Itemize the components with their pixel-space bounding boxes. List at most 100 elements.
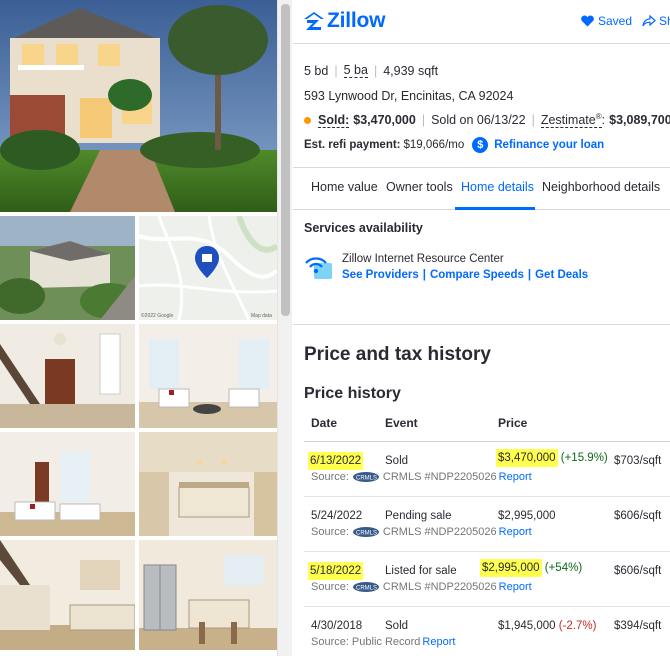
zestimate-value: $3,089,700 xyxy=(609,113,670,128)
row-price-group: $2,995,000 (+54%) xyxy=(480,559,583,577)
row-source: Source: CRMLS CRMLS #NDP2205026 Report xyxy=(311,471,532,483)
share-button[interactable]: Sh xyxy=(642,14,670,28)
zillow-logo[interactable]: Zillow xyxy=(304,9,385,33)
aerial-photo[interactable] xyxy=(0,216,135,320)
row-change: (+54%) xyxy=(544,562,583,574)
row-price-group: $1,945,000 (-2.7%) xyxy=(498,620,596,632)
saved-label: Saved xyxy=(598,14,633,28)
svg-text:Map data: Map data xyxy=(251,313,272,319)
source-id: CRMLS #NDP2205026 xyxy=(382,526,497,538)
kitchen-photo[interactable] xyxy=(139,432,277,536)
separator: | xyxy=(527,269,532,281)
row-event: Listed for sale xyxy=(385,565,457,577)
family-room-photo[interactable] xyxy=(0,432,135,536)
saved-button[interactable]: Saved xyxy=(581,14,632,28)
location-map[interactable]: ©2022 Google Map data xyxy=(139,216,277,320)
row-change: (+15.9%) xyxy=(560,452,608,464)
zestimate-label[interactable]: Zestimate® xyxy=(540,112,602,129)
scrollbar-thumb[interactable] xyxy=(281,4,290,316)
svg-text:CRMLS: CRMLS xyxy=(356,476,377,482)
row-source: Source: CRMLS CRMLS #NDP2205026 Report xyxy=(311,581,532,593)
provider-name: Zillow Internet Resource Center xyxy=(342,253,504,265)
sold-on: Sold on 06/13/22 xyxy=(431,113,526,128)
row-date: 4/30/2018 xyxy=(311,620,363,632)
row-source: Source: Public Record Report xyxy=(311,636,455,648)
heart-icon xyxy=(581,15,594,27)
table-row[interactable]: 5/24/2022 Pending sale $2,995,000 $606/s… xyxy=(293,497,670,552)
crmls-logo-icon: CRMLS xyxy=(352,472,379,482)
refi-row: Est. refi payment: $19,066/mo $ Refinanc… xyxy=(304,137,604,153)
table-row[interactable]: 6/13/2022 Sold $3,470,000 (+15.9%) $703/… xyxy=(293,442,670,497)
detail-tabs: Home value Owner tools Home details Neig… xyxy=(293,167,670,210)
sqft: 4,939 sqft xyxy=(383,63,439,78)
refi-value: $19,066/mo xyxy=(403,139,465,151)
baths[interactable]: 5 ba xyxy=(343,63,368,78)
see-providers-link[interactable]: See Providers xyxy=(342,269,419,281)
gallery-scrollbar[interactable] xyxy=(277,0,292,656)
provider-links: See Providers | Compare Speeds | Get Deals xyxy=(342,269,588,281)
zestimate-colon: : xyxy=(601,113,606,128)
source-label: Source: xyxy=(311,636,349,648)
entry-photo[interactable] xyxy=(0,324,135,428)
sold-label[interactable]: Sold: xyxy=(318,113,350,128)
tab-neighborhood-details[interactable]: Neighborhood details xyxy=(542,180,660,194)
table-row[interactable]: 4/30/2018 Sold $1,945,000 (-2.7%) $394/s… xyxy=(293,607,670,656)
separator: | xyxy=(421,113,426,128)
brand-name: Zillow xyxy=(327,9,386,32)
zillow-logo-icon xyxy=(304,12,324,30)
col-date: Date xyxy=(311,416,338,430)
zestimate-text: Zestimate xyxy=(540,113,596,128)
row-per-sqft: $606/sqft xyxy=(614,565,662,577)
tab-home-value[interactable]: Home value xyxy=(311,180,378,194)
row-price: $2,995,000 xyxy=(480,559,542,577)
home-facts: 5 bd | 5 ba | 4,939 sqft xyxy=(304,63,438,78)
report-link[interactable]: Report xyxy=(499,581,532,593)
separator: | xyxy=(334,63,338,78)
sale-status: Sold: $3,470,000 | Sold on 06/13/22 | Ze… xyxy=(304,112,670,129)
details-panel: Zillow Saved Sh 5 bd | 5 ba | 4,939 sqft… xyxy=(293,0,670,656)
crmls-logo-icon: CRMLS xyxy=(352,527,379,537)
svg-text:©2022 Google: ©2022 Google xyxy=(141,312,174,319)
tab-home-details[interactable]: Home details xyxy=(461,180,534,194)
row-change: (-2.7%) xyxy=(558,620,597,632)
active-tab-indicator xyxy=(455,207,535,210)
refinance-link[interactable]: Refinance your loan xyxy=(494,139,604,151)
get-deals-link[interactable]: Get Deals xyxy=(535,269,588,281)
beds: 5 bd xyxy=(304,63,329,78)
living-room-photo[interactable] xyxy=(139,324,277,428)
row-source: Source: CRMLS CRMLS #NDP2205026 Report xyxy=(311,526,532,538)
header: Zillow Saved Sh xyxy=(293,0,670,44)
compare-speeds-link[interactable]: Compare Speeds xyxy=(430,269,524,281)
source-id: Public Record xyxy=(351,636,421,648)
services-title: Services availability xyxy=(304,221,423,235)
sold-price: $3,470,000 xyxy=(353,113,416,128)
price-history-title: Price history xyxy=(304,385,401,402)
kitchen-island-photo[interactable] xyxy=(0,540,135,650)
wifi-icon xyxy=(304,255,332,284)
source-label: Source: xyxy=(311,526,349,538)
row-event: Sold xyxy=(385,455,409,467)
report-link[interactable]: Report xyxy=(499,526,532,538)
hero-photo[interactable] xyxy=(0,0,277,212)
report-link[interactable]: Report xyxy=(422,636,455,648)
price-tax-title: Price and tax history xyxy=(304,344,491,365)
tab-owner-tools[interactable]: Owner tools xyxy=(386,180,453,194)
row-per-sqft: $394/sqft xyxy=(614,620,662,632)
row-date: 5/24/2022 xyxy=(311,510,363,522)
svg-text:CRMLS: CRMLS xyxy=(356,586,377,592)
source-id: CRMLS #NDP2205026 xyxy=(382,471,497,483)
row-price: $2,995,000 xyxy=(498,510,556,522)
separator: | xyxy=(373,63,378,78)
row-per-sqft: $703/sqft xyxy=(614,455,662,467)
separator: | xyxy=(422,269,426,281)
dollar-icon: $ xyxy=(472,137,489,153)
share-icon xyxy=(642,15,656,27)
row-price-group: $3,470,000 (+15.9%) xyxy=(496,449,608,467)
source-id: CRMLS #NDP2205026 xyxy=(382,581,497,593)
status-dot xyxy=(304,116,311,124)
refi-label: Est. refi payment: xyxy=(304,139,401,151)
table-row[interactable]: 5/18/2022 Listed for sale $2,995,000 (+5… xyxy=(293,552,670,607)
report-link[interactable]: Report xyxy=(499,471,532,483)
kitchen-fridge-photo[interactable] xyxy=(139,540,277,650)
share-label: Sh xyxy=(659,14,670,28)
